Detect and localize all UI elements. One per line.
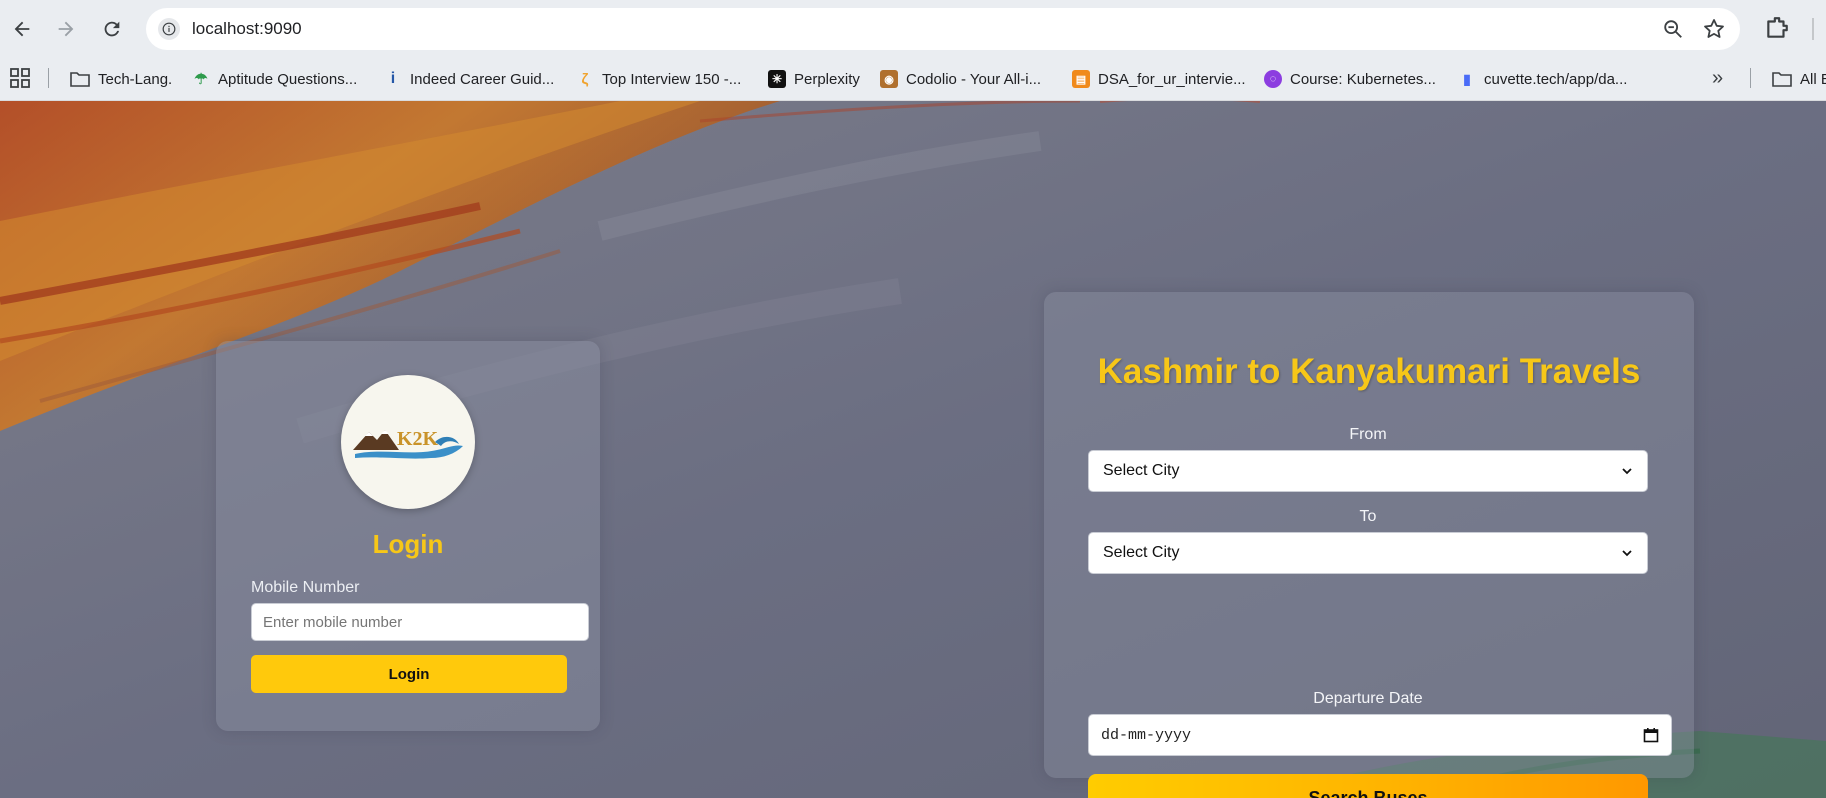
forward-button[interactable]	[48, 11, 84, 47]
bookmark-perplexity[interactable]: ✳ Perplexity	[768, 67, 860, 91]
bookmark-label: Indeed Career Guid...	[410, 70, 555, 88]
chevron-down-icon	[1622, 550, 1632, 557]
bookmark-label: cuvette.tech/app/da...	[1484, 70, 1628, 88]
departure-date-label: Departure Date	[1313, 690, 1423, 707]
browser-toolbar: localhost:9090	[0, 0, 1826, 58]
bookmark-label: DSA_for_ur_intervie...	[1098, 70, 1246, 88]
reload-button[interactable]	[94, 11, 130, 47]
from-city-value: Select City	[1103, 462, 1180, 479]
back-button[interactable]	[4, 11, 40, 47]
cuvette-icon: ▮	[1463, 70, 1471, 87]
page-viewport: K2K Login Mobile Number Login Kashmir to…	[0, 101, 1826, 798]
bookmark-label: All B	[1800, 70, 1826, 88]
indeed-icon: i	[390, 70, 396, 87]
bookmark-label: Course: Kubernetes...	[1290, 70, 1436, 88]
bookmark-kubernetes-course[interactable]: ◌ Course: Kubernetes...	[1264, 67, 1436, 91]
address-bar[interactable]: localhost:9090	[146, 8, 1740, 50]
book-icon: ▤	[1072, 70, 1090, 88]
bookmarks-separator	[1750, 68, 1751, 88]
zoom-out-icon[interactable]	[1662, 18, 1684, 40]
bookmark-top-interview[interactable]: ζ Top Interview 150 -...	[576, 67, 742, 91]
bus-search-card: Kashmir to Kanyakumari Travels From Sele…	[1044, 292, 1694, 798]
to-label: To	[1359, 508, 1377, 525]
toolbar-divider	[1812, 18, 1814, 40]
folder-icon	[1772, 72, 1792, 87]
reload-icon	[104, 21, 120, 37]
folder-icon	[70, 72, 90, 87]
perplexity-icon: ✳	[768, 70, 786, 88]
from-city-select[interactable]: Select City	[1088, 450, 1648, 492]
owl-icon: ◉	[880, 70, 898, 88]
bookmark-label: Aptitude Questions...	[218, 70, 358, 88]
bookmark-star-icon[interactable]	[1702, 17, 1726, 41]
leetcode-icon: ζ	[581, 70, 589, 88]
chevron-down-icon	[1622, 468, 1632, 475]
bookmark-dsa[interactable]: ▤ DSA_for_ur_intervie...	[1072, 67, 1246, 91]
course-icon: ◌	[1264, 70, 1282, 88]
bookmark-codolio[interactable]: ◉ Codolio - Your All-i...	[880, 67, 1041, 91]
mobile-number-input[interactable]	[251, 603, 589, 641]
bookmark-tech-lang[interactable]: Tech-Lang.	[70, 67, 172, 91]
url-text[interactable]: localhost:9090	[192, 19, 302, 39]
login-button[interactable]: Login	[251, 655, 567, 693]
bookmark-label: Top Interview 150 -...	[602, 70, 742, 88]
bookmark-label: Codolio - Your All-i...	[906, 70, 1042, 88]
more-bookmarks-chevron-icon[interactable]: »	[1712, 67, 1723, 90]
mobile-number-label: Mobile Number	[251, 579, 360, 596]
search-buses-button[interactable]: Search Buses	[1088, 774, 1648, 798]
search-title: Kashmir to Kanyakumari Travels	[1097, 352, 1641, 391]
site-info-icon[interactable]	[158, 18, 180, 40]
bookmark-cuvette[interactable]: ▮ cuvette.tech/app/da...	[1458, 67, 1627, 91]
date-placeholder: dd-mm-yyyy	[1101, 726, 1192, 744]
apps-grid-icon[interactable]	[10, 68, 30, 88]
bookmarks-separator	[48, 68, 49, 88]
k2k-logo: K2K	[341, 375, 475, 509]
login-card: K2K Login Mobile Number Login	[216, 341, 600, 731]
departure-date-input[interactable]: dd-mm-yyyy	[1088, 714, 1672, 756]
mountain-wave-logo-icon: K2K	[353, 428, 463, 459]
bookmark-indeed[interactable]: i Indeed Career Guid...	[384, 67, 555, 91]
bookmark-aptitude[interactable]: ☂ Aptitude Questions...	[192, 67, 357, 91]
to-city-value: Select City	[1103, 544, 1180, 561]
back-arrow-icon	[14, 21, 30, 37]
bookmark-label: Perplexity	[794, 70, 860, 88]
bookmark-label: Tech-Lang.	[98, 70, 173, 88]
bookmarks-bar: Tech-Lang. ☂ Aptitude Questions... i Ind…	[0, 58, 1826, 101]
from-label: From	[1349, 426, 1387, 443]
login-title: Login	[372, 529, 444, 559]
calendar-icon[interactable]	[1643, 727, 1659, 743]
extensions-icon[interactable]	[1764, 15, 1790, 41]
umbrella-icon: ☂	[194, 71, 208, 88]
logo-text: K2K	[397, 428, 439, 450]
forward-arrow-icon	[58, 21, 74, 37]
all-bookmarks-folder[interactable]: All B	[1772, 67, 1826, 91]
to-city-select[interactable]: Select City	[1088, 532, 1648, 574]
